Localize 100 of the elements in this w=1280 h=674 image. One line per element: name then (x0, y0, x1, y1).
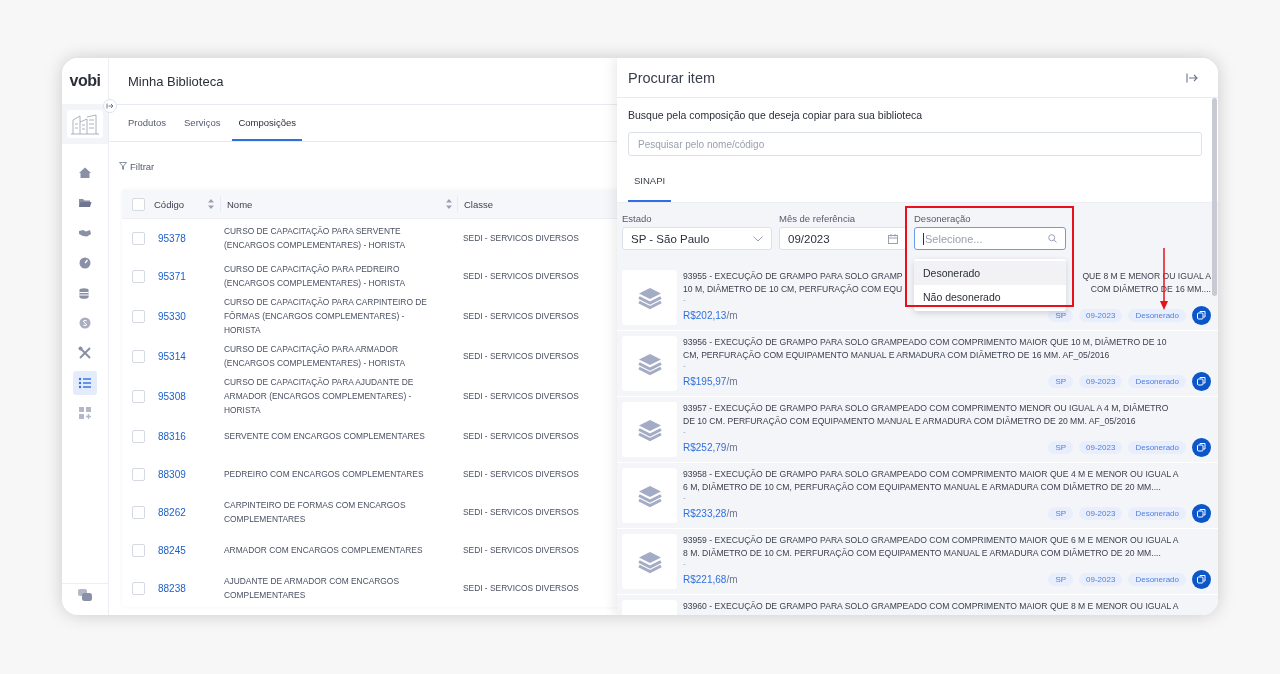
item-price: R$233,28/m (683, 508, 738, 519)
calendar-icon (888, 233, 898, 244)
item-description: 93955 - EXECUÇÃO DE GRAMPO PARA SOLO GRAMP (683, 270, 903, 283)
separator-dash: - (683, 560, 686, 567)
table-cell: SEDI - SERVICOS DIVERSOS (463, 431, 579, 441)
tools-icon (78, 346, 92, 360)
table-cell-text: CURSO DE CAPACITAÇÃO PARA CARPINTEIRO DE FÔRMAS (ENCARGOS COMPLEMENTARES) - HORISTA (224, 296, 427, 337)
tab[interactable]: Composições (232, 105, 303, 141)
code-link[interactable]: 95378 (154, 232, 186, 244)
dropdown-option[interactable]: Não desonerado (914, 285, 1066, 309)
table-cell: SEDI - SERVICOS DIVERSOS (463, 507, 579, 517)
item-description: 93958 - EXECUÇÃO DE GRAMPO PARA SOLO GRAMPEADO COM COMPRIMENTO MAIOR QUE 4 M E MENOR OU IGUAL A (683, 468, 1179, 481)
close-panel-icon[interactable] (1186, 72, 1198, 83)
home-icon (78, 166, 92, 180)
tag: Desonerado (1128, 507, 1186, 520)
item-description: 6 M, DIÂMETRO DE 10 CM, PERFURAÇÃO COM EQUIPAMENTO MANUAL E ARMADURA COM DIÂMETRO DE 20 MM.... (683, 481, 1161, 494)
table-cell-text: AJUDANTE DE ARMADOR COM ENCARGOS COMPLEMENTARES (224, 575, 399, 602)
tag: Desonerado (1128, 309, 1186, 322)
item-price: R$195,97/m (683, 376, 738, 387)
code-link[interactable]: 95314 (154, 350, 186, 362)
copy-button-icon[interactable] (1192, 504, 1211, 523)
tab[interactable]: Serviços (178, 105, 227, 141)
checkbox[interactable] (131, 389, 145, 403)
tag: Desonerado (1128, 375, 1186, 388)
item-description: 8 M. DIÂMETRO DE 10 CM. PERFURAÇÃO COM EQUIPAMENTO MANUAL E ARMADURA COM DIÂMETRO DE 20 MM.... (683, 547, 1161, 560)
tag: 09-2023 (1079, 507, 1123, 520)
checkbox[interactable] (131, 309, 145, 323)
gauge-icon (78, 256, 92, 270)
item-price: R$252,79/m (683, 442, 738, 453)
search-field[interactable]: Pesquisar pelo nome/código (628, 132, 1202, 156)
code-link[interactable]: 88316 (154, 430, 186, 442)
layers-icon (636, 483, 663, 508)
dropdown-option[interactable]: Desonerado (914, 261, 1066, 285)
item-description: 10 M, DIÂMETRO DE 10 CM, PERFURAÇÃO COM EQU (683, 283, 903, 296)
checkbox[interactable] (131, 269, 145, 283)
table-cell: SEDI - SERVICOS DIVERSOS (463, 351, 579, 361)
dollar-icon (78, 316, 92, 330)
scrollbar[interactable] (1212, 98, 1217, 296)
tab[interactable]: Produtos (122, 105, 173, 141)
table-cell: SEDI - SERVICOS DIVERSOS (463, 545, 579, 555)
sort-icon[interactable] (208, 199, 214, 209)
checkbox[interactable] (131, 349, 145, 363)
code-link[interactable]: 88238 (154, 582, 186, 594)
state-select[interactable]: SP - São Paulo (622, 227, 772, 250)
copy-button-icon[interactable] (1192, 372, 1211, 391)
table-cell-text: CURSO DE CAPACITAÇÃO PARA ARMADOR (ENCARGOS COMPLEMENTARES) - HORISTA (224, 343, 406, 370)
layers-icon (636, 549, 663, 574)
tag: SP (1048, 573, 1074, 586)
chat-icon[interactable] (78, 589, 92, 601)
table-cell: SEDI - SERVICOS DIVERSOS (463, 233, 579, 243)
folder-icon (78, 196, 92, 210)
tag: 09-2023 (1079, 441, 1123, 454)
column-header[interactable]: Código (154, 198, 185, 210)
grid-icon (78, 406, 92, 420)
table-cell: SEDI - SERVICOS DIVERSOS (463, 271, 579, 281)
code-link[interactable]: 88245 (154, 544, 186, 556)
copy-button-icon[interactable] (1192, 306, 1211, 325)
layers-icon (636, 285, 663, 310)
checkbox[interactable] (131, 197, 145, 211)
code-link[interactable]: 88262 (154, 506, 186, 518)
column-header[interactable]: Nome (227, 198, 253, 210)
table-cell-text: CARPINTEIRO DE FORMAS COM ENCARGOS COMPLEMENTARES (224, 499, 406, 526)
item-price: R$202,13/m (683, 310, 738, 321)
column-header[interactable]: Classe (464, 198, 494, 210)
page-title: Minha Biblioteca (128, 73, 224, 89)
checkbox[interactable] (131, 467, 145, 481)
table-cell-text: PEDREIRO COM ENCARGOS COMPLEMENTARES (224, 468, 424, 481)
checkbox[interactable] (131, 543, 145, 557)
checkbox[interactable] (131, 505, 145, 519)
copy-button-icon[interactable] (1192, 570, 1211, 589)
checkbox[interactable] (131, 429, 145, 443)
item-description: 93956 - EXECUÇÃO DE GRAMPO PARA SOLO GRAMPEADO COM COMPRIMENTO MAIOR QUE 10 M, DIÂMETRO DE 10 (683, 336, 1167, 349)
copy-button-icon[interactable] (1192, 438, 1211, 457)
sort-icon[interactable] (446, 199, 452, 209)
code-link[interactable]: 88309 (154, 468, 186, 480)
panel-title: Procurar item (628, 69, 716, 86)
item-price: R$221,68/m (683, 574, 738, 585)
table-cell-text: CURSO DE CAPACITAÇÃO PARA SERVENTE (ENCARGOS COMPLEMENTARES) - HORISTA (224, 225, 406, 252)
field-label: Estado (622, 213, 653, 224)
filter-icon (119, 162, 127, 170)
code-link[interactable]: 95371 (154, 270, 186, 282)
chevron-down-icon (753, 235, 763, 242)
item-description: 93960 - EXECUÇÃO DE GRAMPO PARA SOLO GRAMPEADO COM COMPRIMENTO MAIOR QUE 8 M E MENOR OU IGUAL A (683, 600, 1179, 613)
search-icon (1048, 234, 1057, 243)
tag: SP (1048, 441, 1074, 454)
tag: SP (1048, 375, 1074, 388)
item-description: CM, PERFURAÇÃO COM EQUIPAMENTO MANUAL E ARMADURA COM DIÂMETRO DE 16 MM. AF_05/2016 (683, 349, 1110, 362)
nav-item[interactable] (73, 371, 97, 395)
code-link[interactable]: 95308 (154, 390, 186, 402)
checkbox[interactable] (131, 231, 145, 245)
filter-button[interactable]: Filtrar (119, 160, 155, 172)
field-label: Mês de referência (779, 213, 857, 224)
code-link[interactable]: 95330 (154, 310, 186, 322)
separator-dash: - (683, 296, 686, 303)
table-cell-text: SERVENTE COM ENCARGOS COMPLEMENTARES (224, 430, 425, 443)
checkbox[interactable] (131, 581, 145, 595)
tag: 09-2023 (1079, 375, 1123, 388)
date-field[interactable]: 09/2023 (779, 227, 907, 250)
tag: Desonerado (1128, 573, 1186, 586)
layers-icon (636, 417, 663, 442)
